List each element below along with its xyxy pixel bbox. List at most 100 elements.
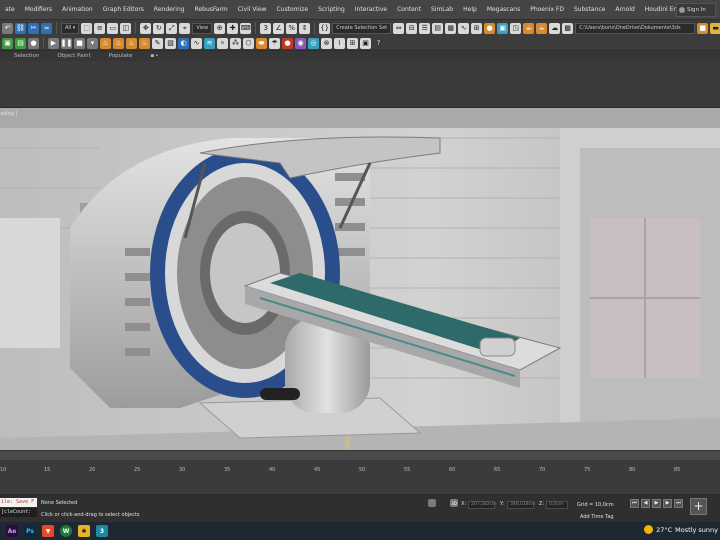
phoenix-burn-icon[interactable]: ● — [282, 37, 293, 49]
mirror-icon[interactable]: ⇔ — [393, 22, 405, 34]
after-effects-icon[interactable]: Ae — [6, 525, 18, 537]
phoenix-preview-icon[interactable]: ▣ — [360, 37, 371, 49]
select-manipulate-icon[interactable]: ✚ — [227, 22, 239, 34]
snaps-toggle-icon[interactable]: 3 — [260, 22, 272, 34]
edit-named-selection-icon[interactable]: {} — [319, 22, 331, 34]
add-time-tag[interactable]: Add Time Tag — [580, 514, 614, 520]
reference-coordinate-dropdown[interactable]: View — [192, 22, 213, 34]
previous-frame-icon[interactable]: ◀ — [641, 499, 650, 508]
phoenix-path-icon[interactable]: ⌇ — [334, 37, 345, 49]
phoenix-fuel-icon[interactable]: ⬬ — [256, 37, 267, 49]
absolute-mode-icon[interactable]: 3D — [450, 499, 458, 507]
viewport-label[interactable]: ading ] — [0, 111, 18, 117]
render-production-icon[interactable]: ☕ — [523, 22, 535, 34]
undo-icon[interactable]: ↶ — [2, 22, 13, 34]
phoenix-liquid-icon[interactable]: ♨ — [113, 37, 124, 49]
phoenix-simulator-icon[interactable]: ◐ — [178, 37, 189, 49]
sign-in-button[interactable]: Sign In — [676, 3, 716, 17]
menu-item-rebusfarm[interactable]: RebusFarm — [190, 0, 233, 20]
phoenix-wave-icon[interactable]: ∿ — [191, 37, 202, 49]
help-icon[interactable]: ? — [373, 38, 384, 49]
select-by-name-icon[interactable]: ≡ — [94, 22, 106, 34]
curve-editor-icon[interactable]: ∿ — [458, 22, 470, 34]
rotate-icon[interactable]: ↻ — [153, 22, 165, 34]
phoenix-vortex-icon[interactable]: ◉ — [295, 37, 306, 49]
trash-icon[interactable]: ▾ — [87, 37, 98, 49]
go-to-start-icon[interactable]: ⏮ — [630, 499, 639, 508]
maxscript-listener[interactable]: [cleCount: — [0, 508, 37, 517]
x-coordinate-field[interactable]: 207,582cm — [468, 501, 496, 509]
unlink-icon[interactable]: ✂ — [28, 22, 39, 34]
move-icon[interactable]: ✥ — [140, 22, 152, 34]
phoenix-drag-icon[interactable]: ⊗ — [321, 37, 332, 49]
open-folder-icon[interactable]: ▬ — [710, 22, 720, 34]
maxscript-output[interactable]: ile: Save F — [0, 498, 37, 507]
play-animation-icon[interactable]: ▣ — [2, 37, 13, 49]
menu-item-graph-editors[interactable]: Graph Editors — [98, 0, 149, 20]
phoenix-source-icon[interactable]: ♨ — [126, 37, 137, 49]
new-key-icon[interactable]: + — [690, 498, 707, 515]
weather-widget[interactable]: 27°C Mostly sunny — [644, 525, 718, 534]
project-folder-dropdown[interactable]: C:\Users\boris\OneDrive\Dokumente\3ds Ma… — [575, 22, 696, 34]
menu-item-interactive[interactable]: Interactive — [350, 0, 392, 20]
window-crossing-icon[interactable]: ◫ — [120, 22, 132, 34]
phoenix-particle-icon[interactable]: ♨ — [139, 37, 150, 49]
spinner-snap-icon[interactable]: ⇕ — [299, 22, 311, 34]
menu-item[interactable]: ate — [0, 0, 20, 20]
menu-item-animation[interactable]: Animation — [57, 0, 98, 20]
pivot-center-icon[interactable]: ⊕ — [214, 22, 226, 34]
toggle-ribbon-icon[interactable]: ▦ — [445, 22, 457, 34]
wps-icon[interactable]: W — [60, 525, 72, 537]
percent-snap-icon[interactable]: % — [286, 22, 298, 34]
named-selection-set-dropdown[interactable]: Create Selection Set — [332, 22, 392, 34]
render-setup-icon[interactable]: ▣ — [497, 22, 509, 34]
lock-selection-icon[interactable] — [428, 499, 436, 507]
play-icon[interactable]: ▶ — [48, 37, 59, 49]
menu-item-customize[interactable]: Customize — [272, 0, 314, 20]
next-frame-icon[interactable]: ▶ — [663, 499, 672, 508]
a360-gallery-icon[interactable]: ▩ — [562, 22, 574, 34]
phoenix-mesher-icon[interactable]: ⬡ — [243, 37, 254, 49]
menu-item-civil-view[interactable]: Civil View — [233, 0, 272, 20]
z-coordinate-field[interactable]: 0,0cm — [546, 501, 568, 509]
selection-filter-dropdown[interactable]: All ▾ — [61, 22, 80, 34]
scale-icon[interactable]: ⤢ — [166, 22, 178, 34]
phoenix-fire-icon[interactable]: ♨ — [100, 37, 111, 49]
phoenix-noise-icon[interactable]: ⊞ — [347, 37, 358, 49]
play-icon[interactable]: ▶ — [652, 499, 661, 508]
ribbon-more-icon[interactable]: ▪• — [151, 53, 160, 59]
menu-item-megascans[interactable]: Megascans — [482, 0, 525, 20]
select-link-icon[interactable]: ⛓ — [15, 22, 26, 34]
y-coordinate-field[interactable]: 346,018cm — [507, 501, 535, 509]
track-bar[interactable]: 10 15 20 25 30 35 40 45 50 55 60 65 70 7… — [0, 460, 720, 495]
menu-item-modifiers[interactable]: Modifiers — [20, 0, 57, 20]
ribbon-tab-object-paint[interactable]: Object Paint — [57, 53, 90, 59]
toggle-layer-explorer-icon[interactable]: ▤ — [432, 22, 444, 34]
time-slider[interactable] — [0, 450, 720, 460]
menu-item-content[interactable]: Content — [392, 0, 426, 20]
phoenix-ocean-icon[interactable]: ≋ — [204, 37, 215, 49]
render-in-cloud-icon[interactable]: ☁ — [549, 22, 561, 34]
ribbon-tab-populate[interactable]: Populate — [109, 53, 133, 59]
phoenix-edit-icon[interactable]: ✎ — [152, 37, 163, 49]
photoshop-icon[interactable]: Ps — [24, 525, 36, 537]
phoenix-cube-icon[interactable]: ▧ — [165, 37, 176, 49]
place-icon[interactable]: ⌖ — [179, 22, 191, 34]
menu-item-simlab[interactable]: SimLab — [426, 0, 458, 20]
menu-item-substance[interactable]: Substance — [569, 0, 610, 20]
rendered-frame-window-icon[interactable]: ◳ — [510, 22, 522, 34]
phoenix-gravity-icon[interactable]: ◎ — [308, 37, 319, 49]
bind-space-warp-icon[interactable]: ≈ — [41, 22, 52, 34]
stop-icon[interactable]: ■ — [74, 37, 85, 49]
menu-item-scripting[interactable]: Scripting — [313, 0, 350, 20]
project-folder-icon[interactable]: ■ — [697, 22, 709, 34]
region-select-icon[interactable]: ▭ — [107, 22, 119, 34]
toggle-scene-explorer-icon[interactable]: ☰ — [419, 22, 431, 34]
record-icon[interactable]: ● — [28, 37, 39, 49]
align-icon[interactable]: ⊟ — [406, 22, 418, 34]
keyboard-shortcut-icon[interactable]: ⌨ — [240, 22, 252, 34]
material-editor-icon[interactable]: ● — [484, 22, 496, 34]
layer-icon[interactable]: ▤ — [15, 37, 26, 49]
menu-item-phoenix-fd[interactable]: Phoenix FD — [525, 0, 569, 20]
phoenix-force-icon[interactable]: ☂ — [269, 37, 280, 49]
